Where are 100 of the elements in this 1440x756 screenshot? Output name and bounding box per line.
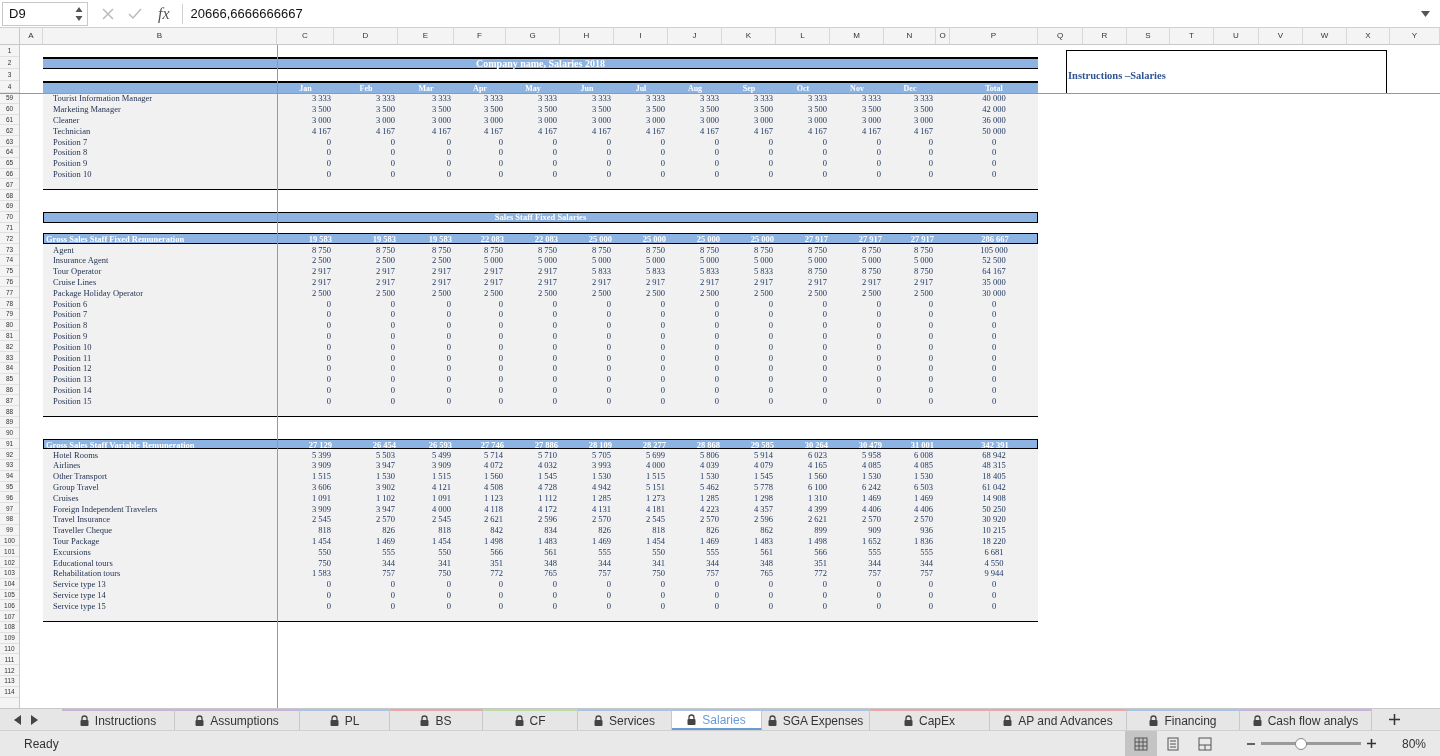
column-header[interactable]: U <box>1214 28 1259 44</box>
column-header[interactable]: D <box>334 28 398 44</box>
table-cell-text: 0 <box>875 330 882 341</box>
column-header[interactable]: J <box>668 28 722 44</box>
total-cell-text: 0 <box>990 320 998 331</box>
formula-field[interactable]: 20666,6666666667 <box>181 3 303 24</box>
column-header[interactable]: P <box>950 28 1038 44</box>
sheet-tab[interactable]: SGA Expenses <box>762 709 870 730</box>
sheet-tab[interactable]: Cash flow analys <box>1240 709 1372 730</box>
total-cell-text: 0 <box>990 384 998 395</box>
section-title: Sales Staff Fixed Salaries <box>43 211 1038 223</box>
table-cell-text: 2 917 <box>310 276 332 287</box>
column-header[interactable]: Q <box>1038 28 1083 44</box>
view-button[interactable] <box>1124 731 1157 756</box>
table-cell-text: 0 <box>325 374 332 385</box>
name-box[interactable]: D9 <box>2 1 88 26</box>
slider-thumb[interactable] <box>1294 737 1307 750</box>
table-cell-text: 1 454 <box>430 536 452 547</box>
column-header[interactable]: F <box>454 28 506 44</box>
table-cell-text: 8 750 <box>912 266 934 277</box>
table-cell-text: 5 958 <box>860 449 882 460</box>
column-header[interactable]: W <box>1303 28 1347 44</box>
column-header[interactable]: N <box>884 28 936 44</box>
table-cell-text: 1 515 <box>430 471 452 482</box>
month-header: Jun <box>579 83 595 93</box>
table-cell-text: 4 131 <box>590 503 612 514</box>
table-cell-text: 0 <box>875 168 882 179</box>
column-header[interactable]: H <box>560 28 614 44</box>
table-cell-text: 3 333 <box>536 93 558 104</box>
sheet-tab[interactable]: Assumptions <box>175 709 300 730</box>
table-cell-text: 0 <box>325 579 332 590</box>
column-header[interactable]: X <box>1347 28 1390 44</box>
zoom-out-icon[interactable] <box>1246 742 1255 745</box>
column-header[interactable]: Y <box>1390 28 1440 44</box>
total-cell-text: 9 944 <box>983 568 1005 579</box>
table-cell-text: 0 <box>551 395 558 406</box>
table-cell-text: 0 <box>497 168 504 179</box>
table-cell-text: 4 167 <box>374 125 396 136</box>
table-cell-text: 5 000 <box>482 255 504 266</box>
column-header[interactable]: A <box>20 28 43 44</box>
row-label: Position 11 <box>52 352 93 363</box>
table-cell-text: 0 <box>767 168 774 179</box>
total-cell-text: 64 167 <box>981 266 1007 277</box>
table-cell-text: 826 <box>597 525 612 536</box>
column-header[interactable]: R <box>1083 28 1127 44</box>
sheet-tab[interactable]: CF <box>483 709 578 730</box>
column-header[interactable]: S <box>1127 28 1170 44</box>
table-cell-text: 3 500 <box>310 104 332 115</box>
column-header[interactable]: M <box>830 28 884 44</box>
caret-icon[interactable] <box>1421 10 1430 17</box>
column-header[interactable]: E <box>398 28 454 44</box>
sheet-tab[interactable]: AP and Advances <box>990 709 1127 730</box>
column-header[interactable]: I <box>614 28 668 44</box>
sheet-tab[interactable]: BS <box>390 709 483 730</box>
table-cell-text: 0 <box>325 352 332 363</box>
table-cell-text: 0 <box>821 395 828 406</box>
total-cell-text: 0 <box>990 341 998 352</box>
column-header[interactable]: L <box>776 28 830 44</box>
table-cell-text: 0 <box>497 600 504 611</box>
table-cell-text: 0 <box>821 309 828 320</box>
table-cell-text: 3 500 <box>860 104 882 115</box>
table-cell-text: 5 806 <box>698 449 720 460</box>
column-header[interactable]: G <box>506 28 560 44</box>
table-cell-text: 0 <box>551 168 558 179</box>
column-header[interactable]: B <box>43 28 277 44</box>
check-icon[interactable] <box>128 7 142 20</box>
row-label: Service type 14 <box>52 590 107 601</box>
table-cell-text: 3 000 <box>310 115 332 125</box>
column-header[interactable]: C <box>277 28 334 44</box>
column-header[interactable]: K <box>722 28 776 44</box>
month-header: May <box>524 83 542 93</box>
zoom-in-icon[interactable] <box>1366 739 1376 748</box>
table-cell-text: 0 <box>767 374 774 385</box>
next-sheet-icon[interactable] <box>31 714 38 725</box>
table-cell-text: 4 223 <box>698 503 720 514</box>
table-cell-text: 0 <box>389 147 396 158</box>
zoom-level: 80% <box>1401 736 1426 751</box>
total-cell-text: 6 681 <box>983 546 1005 557</box>
total-cell-text: 0 <box>990 158 998 169</box>
sheet-tab[interactable]: CapEx <box>870 709 990 730</box>
column-header[interactable]: O <box>936 28 950 44</box>
table-cell-text: 0 <box>445 384 452 395</box>
column-header[interactable]: T <box>1170 28 1214 44</box>
column-header[interactable]: V <box>1259 28 1303 44</box>
sheet-tab[interactable]: PL <box>300 709 390 730</box>
table-cell-text: 19 583 <box>427 234 453 245</box>
sheet-tab[interactable]: Financing <box>1127 709 1240 730</box>
sheet-tab[interactable]: Services <box>578 709 672 730</box>
sheet-tab[interactable]: Instructions <box>62 709 175 730</box>
table-cell-text: 1 530 <box>590 471 612 482</box>
table-cell-text: 2 917 <box>806 276 828 287</box>
previous-sheet-icon[interactable] <box>14 714 21 725</box>
table-cell-text: 3 500 <box>752 104 774 115</box>
table-cell-text: 555 <box>381 546 396 557</box>
total-cell-text: 0 <box>990 352 998 363</box>
table-cell-text: 899 <box>813 525 828 536</box>
table-cell-text: 26 593 <box>427 439 453 450</box>
table-cell-text: 0 <box>605 168 612 179</box>
table-cell-text: 0 <box>389 309 396 320</box>
function-button[interactable]: fx <box>158 4 170 23</box>
